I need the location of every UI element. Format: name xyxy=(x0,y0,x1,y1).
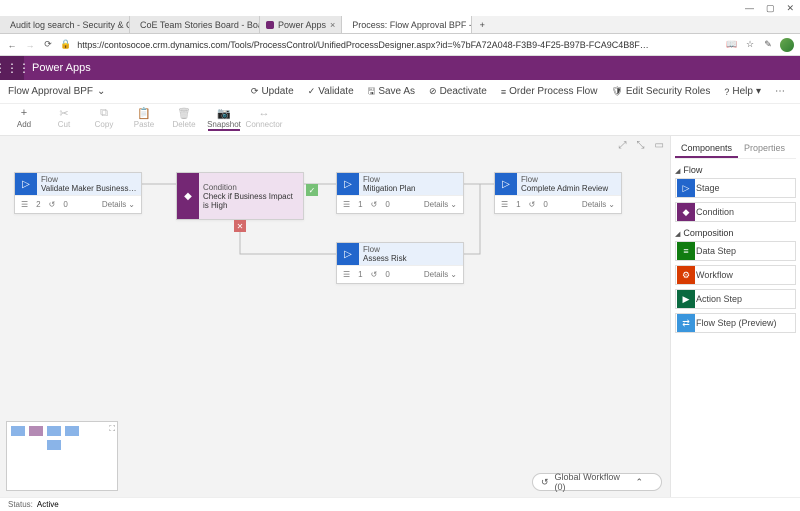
favorite-icon[interactable]: ☆ xyxy=(744,39,756,50)
flow-stage-icon: ▷ xyxy=(337,173,359,195)
details-toggle[interactable]: Details⌄ xyxy=(424,200,457,209)
copy-tool: ⧉Copy xyxy=(88,106,120,129)
action-step-icon: ▶ xyxy=(677,290,695,308)
help-button[interactable]: ?Help▾ xyxy=(718,81,767,103)
app-suite-header: ⋮⋮⋮ Power Apps xyxy=(0,56,800,80)
window-titlebar: — ▢ ✕ xyxy=(0,0,800,16)
tab-properties[interactable]: Properties xyxy=(738,140,791,158)
workflow-icon: ⚙ xyxy=(677,266,695,284)
back-button[interactable]: ← xyxy=(6,40,18,50)
more-button[interactable]: ⋯ xyxy=(769,81,792,103)
condition-icon: ◆ xyxy=(677,203,695,221)
notes-icon[interactable]: ✎ xyxy=(762,39,774,50)
validate-button[interactable]: ✓Validate xyxy=(302,81,360,103)
snapshot-tool[interactable]: 📷Snapshot xyxy=(208,106,240,131)
stage-icon: ▷ xyxy=(677,179,695,197)
window-close[interactable]: ✕ xyxy=(786,3,794,14)
refresh-button[interactable]: ⟳ xyxy=(42,39,54,50)
details-toggle[interactable]: Details⌄ xyxy=(424,270,457,279)
tab-components[interactable]: Components xyxy=(675,140,738,158)
new-tab-button[interactable]: + xyxy=(472,16,492,33)
global-workflow-toggle[interactable]: ↺ Global Workflow (0) ⌃ xyxy=(532,473,662,491)
flow-stage-icon: ▷ xyxy=(337,243,359,265)
chevron-up-icon: ⌃ xyxy=(635,477,643,488)
close-icon[interactable]: × xyxy=(330,20,335,30)
browser-tab[interactable]: Audit log search - Security & C× xyxy=(0,16,130,33)
workflow-icon: ↺ xyxy=(541,477,549,488)
address-bar: ← → ⟳ 🔒 https://contosocoe.crm.dynamics.… xyxy=(0,34,800,56)
cut-tool: ✂Cut xyxy=(48,106,80,129)
edit-security-roles-button[interactable]: 🛡Edit Security Roles xyxy=(605,81,716,103)
status-bar: Status: Active xyxy=(0,497,800,511)
lock-icon: 🔒 xyxy=(60,39,71,50)
reader-icon[interactable]: 📖 xyxy=(726,39,738,50)
order-process-flow-button[interactable]: ≡Order Process Flow xyxy=(495,81,604,103)
minimap-node xyxy=(47,440,61,450)
minimap-node xyxy=(11,426,25,436)
minimap-node xyxy=(47,426,61,436)
flow-stage-icon: ▷ xyxy=(15,173,37,195)
editor-toolbar: +Add ✂Cut ⧉Copy 📋Paste 🗑Delete 📷Snapshot… xyxy=(0,104,800,136)
forward-button: → xyxy=(24,40,36,50)
chevron-down-icon[interactable]: ⌄ xyxy=(97,86,105,97)
status-label: Status: xyxy=(8,500,33,509)
save-as-button[interactable]: 🖫Save As xyxy=(362,81,421,103)
condition-business-impact[interactable]: ◆ ConditionCheck if Business Impact is H… xyxy=(176,172,304,220)
condition-true-tag: ✓ xyxy=(306,184,318,196)
design-canvas[interactable]: ⤢ ⤡ ▭ ▷ FlowValidate Maker Business Requ… xyxy=(0,136,670,497)
app-title: Power Apps xyxy=(24,62,91,74)
url-field[interactable]: https://contosocoe.crm.dynamics.com/Tool… xyxy=(77,40,720,50)
add-tool[interactable]: +Add xyxy=(8,106,40,129)
section-flow[interactable]: Flow xyxy=(675,165,796,175)
component-data-step[interactable]: ≡Data Step xyxy=(675,241,796,261)
favicon xyxy=(266,21,274,29)
stage-validate-maker[interactable]: ▷ FlowValidate Maker Business Require...… xyxy=(14,172,142,214)
delete-tool: 🗑Delete xyxy=(168,106,200,129)
flow-step-icon: ⇄ xyxy=(677,314,695,332)
browser-tab-active[interactable]: Process: Flow Approval BPF - M× xyxy=(342,16,472,33)
zoom-fit-icon[interactable]: ▭ xyxy=(655,140,664,151)
status-value: Active xyxy=(37,500,59,509)
steps-icon: ☰ xyxy=(21,200,28,209)
minimap-node xyxy=(65,426,79,436)
flow-stage-icon: ▷ xyxy=(495,173,517,195)
component-action-step[interactable]: ▶Action Step xyxy=(675,289,796,309)
minimap[interactable]: ⛶ xyxy=(6,421,118,491)
expand-icon[interactable]: ⛶ xyxy=(109,424,115,434)
stage-mitigation-plan[interactable]: ▷ FlowMitigation Plan ☰1 ↺0 Details⌄ xyxy=(336,172,464,214)
component-flow-step[interactable]: ⇄Flow Step (Preview) xyxy=(675,313,796,333)
stage-assess-risk[interactable]: ▷ FlowAssess Risk ☰1 ↺0 Details⌄ xyxy=(336,242,464,284)
stage-complete-admin-review[interactable]: ▷ FlowComplete Admin Review ☰1 ↺0 Detail… xyxy=(494,172,622,214)
zoom-in-icon[interactable]: ⤡ xyxy=(637,140,645,151)
data-step-icon: ≡ xyxy=(677,242,695,260)
zoom-out-icon[interactable]: ⤢ xyxy=(619,140,627,151)
connector-tool: ↔Connector xyxy=(248,106,280,129)
paste-tool: 📋Paste xyxy=(128,106,160,129)
component-stage[interactable]: ▷Stage xyxy=(675,178,796,198)
profile-avatar[interactable] xyxy=(780,38,794,52)
app-launcher-icon[interactable]: ⋮⋮⋮ xyxy=(0,56,24,80)
update-button[interactable]: ⟳Update xyxy=(245,81,300,103)
window-min[interactable]: — xyxy=(745,3,754,13)
condition-false-tag: ✕ xyxy=(234,220,246,232)
component-workflow[interactable]: ⚙Workflow xyxy=(675,265,796,285)
browser-tab[interactable]: CoE Team Stories Board - Boards× xyxy=(130,16,260,33)
section-composition[interactable]: Composition xyxy=(675,228,796,238)
component-condition[interactable]: ◆Condition xyxy=(675,202,796,222)
command-bar: Flow Approval BPF ⌄ ⟳Update ✓Validate 🖫S… xyxy=(0,80,800,104)
window-max[interactable]: ▢ xyxy=(766,3,775,14)
process-title[interactable]: Flow Approval BPF xyxy=(8,86,93,97)
side-panel: Components Properties Flow ▷Stage ◆Condi… xyxy=(670,136,800,497)
condition-icon: ◆ xyxy=(177,173,199,219)
chevron-down-icon: ▾ xyxy=(756,86,761,97)
deactivate-button[interactable]: ⊘Deactivate xyxy=(423,81,493,103)
minimap-node xyxy=(29,426,43,436)
browser-tabs: Audit log search - Security & C× CoE Tea… xyxy=(0,16,800,34)
details-toggle[interactable]: Details⌄ xyxy=(582,200,615,209)
browser-tab[interactable]: Power Apps× xyxy=(260,16,342,33)
details-toggle[interactable]: Details⌄ xyxy=(102,200,135,209)
count-icon: ↺ xyxy=(49,200,56,209)
